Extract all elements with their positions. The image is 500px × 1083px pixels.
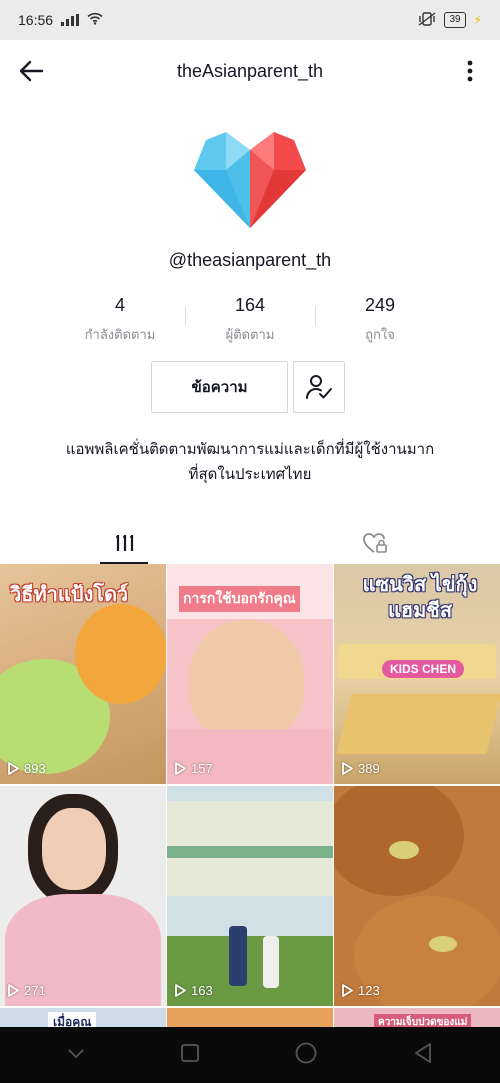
more-vertical-icon xyxy=(467,60,473,82)
nav-home-button[interactable] xyxy=(295,1042,317,1069)
video-grid: วิธีทำแป้งโดว์ 893 การกใช้บอกรักคุณ 157 … xyxy=(0,564,500,1038)
view-count: 389 xyxy=(342,761,380,776)
video-thumbnail-image xyxy=(336,694,500,754)
system-nav-bar xyxy=(0,1027,500,1083)
view-count: 163 xyxy=(175,983,213,998)
triangle-back-icon xyxy=(414,1042,431,1063)
battery-icon: 39 xyxy=(444,12,466,28)
view-count-value: 157 xyxy=(191,761,213,776)
avatar xyxy=(194,132,306,228)
video-thumbnail[interactable]: 271 xyxy=(0,786,166,1006)
profile-actions: ข้อความ xyxy=(151,361,345,413)
play-icon xyxy=(342,984,353,997)
video-thumbnail-image xyxy=(389,841,419,859)
nav-hide-button[interactable] xyxy=(68,1046,84,1064)
back-button[interactable] xyxy=(14,54,48,88)
stat-likes-label: ถูกใจ xyxy=(365,327,395,342)
stat-following-label: กำลังติดตาม xyxy=(84,327,156,342)
nav-recents-button[interactable] xyxy=(180,1043,199,1067)
stat-followers-count: 164 xyxy=(234,295,266,315)
play-icon xyxy=(8,984,19,997)
view-count: 893 xyxy=(8,761,46,776)
circle-icon xyxy=(295,1042,317,1063)
play-icon xyxy=(8,762,19,775)
view-count: 157 xyxy=(175,761,213,776)
video-thumbnail-image xyxy=(75,604,166,704)
view-count-value: 893 xyxy=(24,761,46,776)
profile-bio: แอพพลิเคชั่นติดตามพัฒนาการแม่และเด็กที่ม… xyxy=(30,437,470,487)
video-caption: การกใช้บอกรักคุณ xyxy=(179,586,300,612)
friends-button[interactable] xyxy=(293,361,345,413)
video-thumbnail-image xyxy=(429,936,457,952)
stat-divider xyxy=(315,307,316,325)
status-time: 16:56 xyxy=(18,12,54,28)
play-icon xyxy=(175,762,186,775)
video-caption: วิธีทำแป้งโดว์ xyxy=(10,584,129,606)
user-check-icon xyxy=(306,375,332,399)
view-count: 123 xyxy=(342,983,380,998)
video-thumbnail[interactable]: การกใช้บอกรักคุณ 157 xyxy=(167,564,333,784)
tab-liked-videos[interactable] xyxy=(250,522,500,564)
video-thumbnail-image xyxy=(263,936,279,988)
play-icon xyxy=(342,762,353,775)
video-thumbnail[interactable]: วิธีทำแป้งโดว์ 893 xyxy=(0,564,166,784)
nav-back-button[interactable] xyxy=(414,1042,432,1068)
stat-followers[interactable]: 164 ผู้ติดตาม xyxy=(185,295,315,345)
square-icon xyxy=(180,1043,199,1062)
signal-icon xyxy=(61,14,80,26)
bio-line: ที่สุดในประเทศไทย xyxy=(188,466,312,483)
profile-handle: @theasianparent_th xyxy=(168,250,332,270)
more-options-button[interactable] xyxy=(458,54,482,88)
grid-icon xyxy=(116,535,134,551)
video-thumbnail[interactable]: 123 xyxy=(334,786,500,1006)
profile-stats: 4 กำลังติดตาม 164 ผู้ติดตาม 249 ถูกใจ xyxy=(55,295,445,345)
vibrate-icon xyxy=(418,11,436,29)
tab-videos[interactable] xyxy=(0,522,250,564)
profile-header: theAsianparent_th xyxy=(0,40,500,102)
message-button[interactable]: ข้อความ xyxy=(151,361,288,413)
view-count-value: 271 xyxy=(24,983,46,998)
video-thumbnail-image xyxy=(229,926,247,986)
video-caption: แซนวิส ไข่กุ้งแฮมชีส xyxy=(362,574,478,622)
heart-lock-icon xyxy=(363,533,387,553)
status-bar: 16:56 39 ⚡ xyxy=(0,0,500,40)
stat-likes[interactable]: 249 ถูกใจ xyxy=(315,295,445,345)
view-count-value: 163 xyxy=(191,983,213,998)
video-thumbnail[interactable]: แซนวิส ไข่กุ้งแฮมชีส KIDS CHEN 389 xyxy=(334,564,500,784)
video-thumbnail-image xyxy=(189,620,304,740)
page-title: theAsianparent_th xyxy=(176,60,324,81)
video-thumbnail-image xyxy=(167,846,333,858)
view-count-value: 389 xyxy=(358,761,380,776)
video-badge: KIDS CHEN xyxy=(382,660,465,678)
stat-following-count: 4 xyxy=(114,295,125,315)
charging-icon: ⚡ xyxy=(473,13,482,27)
video-thumbnail-image xyxy=(42,808,106,890)
stat-divider xyxy=(185,307,186,325)
stat-followers-label: ผู้ติดตาม xyxy=(225,327,275,342)
bio-line: แอพพลิเคชั่นติดตามพัฒนาการแม่และเด็กที่ม… xyxy=(65,441,435,458)
battery-level: 39 xyxy=(449,14,461,25)
wifi-icon xyxy=(87,12,103,28)
video-thumbnail[interactable]: 163 xyxy=(167,786,333,1006)
profile-tabs xyxy=(0,522,500,564)
stat-likes-count: 249 xyxy=(364,295,396,315)
chevron-down-icon xyxy=(68,1049,84,1059)
stat-following[interactable]: 4 กำลังติดตาม xyxy=(55,295,185,345)
play-icon xyxy=(175,984,186,997)
back-arrow-icon xyxy=(19,60,44,82)
view-count: 271 xyxy=(8,983,46,998)
view-count-value: 123 xyxy=(358,983,380,998)
